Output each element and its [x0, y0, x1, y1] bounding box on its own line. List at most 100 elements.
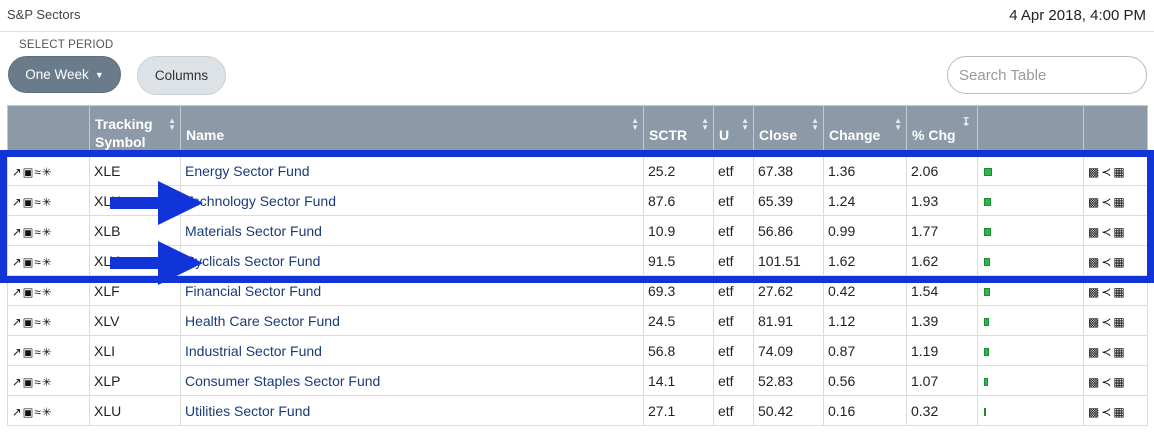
line-chart-icon[interactable]: ↗	[12, 195, 22, 209]
grid-icon[interactable]: ▦	[1113, 165, 1124, 179]
name-link[interactable]: Energy Sector Fund	[180, 155, 644, 186]
u-cell: etf	[713, 365, 754, 396]
search-input[interactable]	[947, 56, 1147, 94]
header-sctr[interactable]: SCTR ▲ ▼	[643, 105, 714, 156]
seasonality-icon[interactable]: ✳	[42, 375, 52, 389]
perf-chart-icon[interactable]: ≈	[35, 347, 41, 359]
u-cell: etf	[713, 185, 754, 216]
period-dropdown[interactable]: One Week ▼	[8, 56, 121, 93]
change-cell: 0.42	[823, 275, 907, 306]
header-name[interactable]: Name ▲ ▼	[180, 105, 644, 156]
seasonality-icon[interactable]: ✳	[42, 225, 52, 239]
perf-chart-icon[interactable]: ≈	[35, 227, 41, 239]
share-icon[interactable]: ≺	[1101, 345, 1111, 359]
perf-chart-icon[interactable]: ≈	[35, 287, 41, 299]
row-actions: ▩ ≺ ▦	[1083, 335, 1148, 366]
line-chart-icon[interactable]: ↗	[12, 375, 22, 389]
name-link[interactable]: Industrial Sector Fund	[180, 335, 644, 366]
change-bar	[984, 287, 990, 296]
perf-chart-icon[interactable]: ≈	[35, 197, 41, 209]
header-icons	[7, 105, 90, 156]
grid-icon[interactable]: ▦	[1113, 195, 1124, 209]
share-icon[interactable]: ≺	[1101, 195, 1111, 209]
line-chart-icon[interactable]: ↗	[12, 255, 22, 269]
pct-chg-cell: 1.19	[906, 335, 978, 366]
perf-chart-icon[interactable]: ≈	[35, 407, 41, 419]
candlestick-icon[interactable]: ▩	[1088, 375, 1099, 389]
candlestick-icon[interactable]: ▩	[1088, 255, 1099, 269]
line-chart-icon[interactable]: ↗	[12, 165, 22, 179]
candlestick-icon[interactable]: ▩	[1088, 345, 1099, 359]
share-icon[interactable]: ≺	[1101, 165, 1111, 179]
header-symbol[interactable]: Tracking Symbol ▲ ▼	[89, 105, 181, 156]
candlestick-icon[interactable]: ▩	[1088, 285, 1099, 299]
candlestick-icon[interactable]: ▩	[1088, 165, 1099, 179]
header-pct-chg[interactable]: % Chg ↧	[906, 105, 978, 156]
close-cell: 65.39	[753, 185, 824, 216]
candlestick-icon[interactable]: ▩	[1088, 225, 1099, 239]
area-chart-icon[interactable]: ▣	[23, 375, 34, 389]
area-chart-icon[interactable]: ▣	[23, 405, 34, 419]
header-change[interactable]: Change ▲ ▼	[823, 105, 907, 156]
grid-icon[interactable]: ▦	[1113, 255, 1124, 269]
seasonality-icon[interactable]: ✳	[42, 315, 52, 329]
symbol-cell: XLV	[89, 305, 181, 336]
line-chart-icon[interactable]: ↗	[12, 225, 22, 239]
change-bar-cell	[977, 245, 1084, 276]
share-icon[interactable]: ≺	[1101, 375, 1111, 389]
perf-chart-icon[interactable]: ≈	[35, 257, 41, 269]
candlestick-icon[interactable]: ▩	[1088, 405, 1099, 419]
header-u[interactable]: U ▲ ▼	[713, 105, 754, 156]
grid-icon[interactable]: ▦	[1113, 375, 1124, 389]
grid-icon[interactable]: ▦	[1113, 345, 1124, 359]
name-link[interactable]: Financial Sector Fund	[180, 275, 644, 306]
seasonality-icon[interactable]: ✳	[42, 405, 52, 419]
name-link[interactable]: Technology Sector Fund	[180, 185, 644, 216]
grid-icon[interactable]: ▦	[1113, 405, 1124, 419]
line-chart-icon[interactable]: ↗	[12, 345, 22, 359]
share-icon[interactable]: ≺	[1101, 225, 1111, 239]
header-close[interactable]: Close ▲ ▼	[753, 105, 824, 156]
area-chart-icon[interactable]: ▣	[23, 195, 34, 209]
name-link[interactable]: Materials Sector Fund	[180, 215, 644, 246]
sctr-cell: 10.9	[643, 215, 714, 246]
area-chart-icon[interactable]: ▣	[23, 315, 34, 329]
perf-chart-icon[interactable]: ≈	[35, 167, 41, 179]
share-icon[interactable]: ≺	[1101, 285, 1111, 299]
grid-icon[interactable]: ▦	[1113, 285, 1124, 299]
line-chart-icon[interactable]: ↗	[12, 315, 22, 329]
grid-icon[interactable]: ▦	[1113, 225, 1124, 239]
area-chart-icon[interactable]: ▣	[23, 285, 34, 299]
seasonality-icon[interactable]: ✳	[42, 345, 52, 359]
line-chart-icon[interactable]: ↗	[12, 285, 22, 299]
seasonality-icon[interactable]: ✳	[42, 195, 52, 209]
name-link[interactable]: Utilities Sector Fund	[180, 395, 644, 426]
grid-icon[interactable]: ▦	[1113, 315, 1124, 329]
area-chart-icon[interactable]: ▣	[23, 165, 34, 179]
share-icon[interactable]: ≺	[1101, 315, 1111, 329]
change-cell: 1.12	[823, 305, 907, 336]
seasonality-icon[interactable]: ✳	[42, 165, 52, 179]
symbol-cell: XLF	[89, 275, 181, 306]
area-chart-icon[interactable]: ▣	[23, 255, 34, 269]
share-icon[interactable]: ≺	[1101, 405, 1111, 419]
row-chart-icons: ↗▣≈✳	[7, 215, 90, 246]
line-chart-icon[interactable]: ↗	[12, 405, 22, 419]
name-link[interactable]: Consumer Staples Sector Fund	[180, 365, 644, 396]
area-chart-icon[interactable]: ▣	[23, 345, 34, 359]
u-cell: etf	[713, 395, 754, 426]
table-header: Tracking Symbol ▲ ▼ Name ▲ ▼ SCTR ▲ ▼ U ▲ ▼ Clos…	[7, 105, 1148, 156]
area-chart-icon[interactable]: ▣	[23, 225, 34, 239]
seasonality-icon[interactable]: ✳	[42, 285, 52, 299]
candlestick-icon[interactable]: ▩	[1088, 315, 1099, 329]
symbol-cell: XLP	[89, 365, 181, 396]
name-link[interactable]: Cyclicals Sector Fund	[180, 245, 644, 276]
perf-chart-icon[interactable]: ≈	[35, 377, 41, 389]
perf-chart-icon[interactable]: ≈	[35, 317, 41, 329]
seasonality-icon[interactable]: ✳	[42, 255, 52, 269]
candlestick-icon[interactable]: ▩	[1088, 195, 1099, 209]
name-link[interactable]: Health Care Sector Fund	[180, 305, 644, 336]
share-icon[interactable]: ≺	[1101, 255, 1111, 269]
sort-icon: ▲ ▼	[701, 116, 709, 132]
columns-button[interactable]: Columns	[137, 56, 226, 95]
